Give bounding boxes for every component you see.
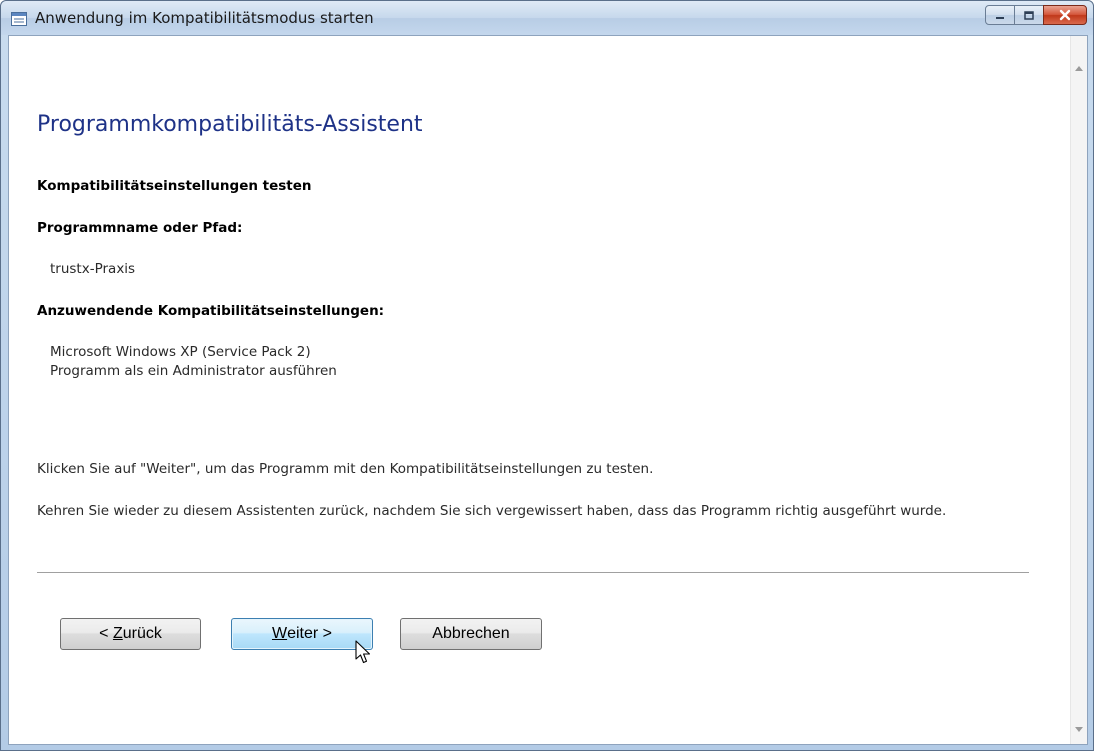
scroll-up-icon[interactable]	[1075, 66, 1083, 71]
back-button-accelerator: Z	[112, 625, 123, 642]
wizard-content: Programmkompatibilitäts-Assistent Kompat…	[8, 35, 1088, 745]
maximize-button[interactable]	[1014, 5, 1044, 25]
mouse-cursor-icon	[355, 640, 373, 666]
window-title: Anwendung im Kompatibilitätsmodus starte…	[35, 9, 374, 27]
instruction-next: Klicken Sie auf "Weiter", um das Program…	[37, 461, 654, 477]
title-bar[interactable]: Anwendung im Kompatibilitätsmodus starte…	[1, 1, 1093, 35]
back-button-label: urück	[122, 625, 162, 642]
next-button-label: eiter >	[287, 625, 333, 642]
close-icon	[1058, 6, 1072, 25]
setting-item: Microsoft Windows XP (Service Pack 2)	[50, 344, 311, 360]
minimize-button[interactable]	[985, 5, 1015, 25]
back-button[interactable]: < Zurück	[60, 618, 201, 650]
close-button[interactable]	[1043, 5, 1087, 25]
program-label: Programmname oder Pfad:	[37, 220, 243, 236]
program-value: trustx-Praxis	[50, 261, 136, 277]
next-button[interactable]: Weiter >	[231, 618, 373, 650]
vertical-scrollbar[interactable]	[1070, 36, 1087, 744]
scroll-down-icon[interactable]	[1075, 727, 1083, 732]
cancel-button[interactable]: Abbrechen	[400, 618, 542, 650]
caption-buttons	[985, 5, 1087, 25]
wizard-heading: Programmkompatibilitäts-Assistent	[37, 112, 423, 137]
back-button-prefix: <	[99, 625, 113, 642]
next-button-accelerator: W	[271, 625, 288, 642]
settings-label: Anzuwendende Kompatibilitätseinstellunge…	[37, 303, 385, 319]
instruction-return: Kehren Sie wieder zu diesem Assistenten …	[37, 503, 947, 519]
divider	[37, 572, 1029, 573]
section-title: Kompatibilitätseinstellungen testen	[37, 178, 312, 194]
window-app-icon	[11, 11, 27, 26]
setting-item: Programm als ein Administrator ausführen	[50, 363, 337, 379]
maximize-icon	[1023, 6, 1035, 25]
wizard-window: Anwendung im Kompatibilitätsmodus starte…	[0, 0, 1094, 751]
minimize-icon	[994, 6, 1006, 25]
